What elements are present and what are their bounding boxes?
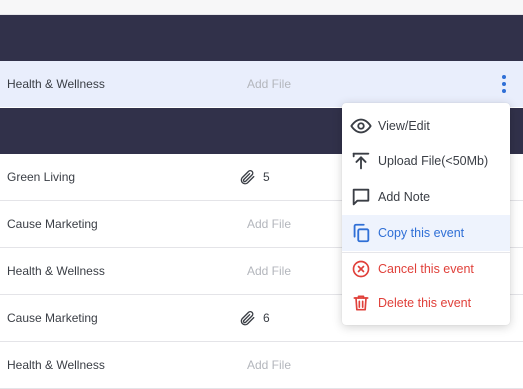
table-top-strip	[0, 0, 523, 15]
menu-item-label: Add Note	[378, 190, 431, 204]
category-cell: Health & Wellness	[7, 77, 105, 91]
upload-icon	[349, 149, 373, 173]
menu-item-view-edit[interactable]: View/Edit	[342, 108, 510, 144]
attachments-count[interactable]: 6	[238, 295, 270, 341]
note-icon	[349, 185, 373, 209]
add-file-link[interactable]: Add File	[247, 201, 291, 247]
attachments-count[interactable]: 5	[238, 154, 270, 200]
category-cell: Cause Marketing	[7, 217, 98, 231]
eye-icon	[349, 114, 373, 138]
menu-item-label: Cancel this event	[378, 262, 474, 276]
add-file-link[interactable]: Add File	[247, 61, 291, 107]
add-file-link[interactable]: Add File	[247, 342, 291, 388]
menu-item-upload-file[interactable]: Upload File(<50Mb)	[342, 143, 510, 179]
menu-item-cancel-event[interactable]: Cancel this event	[342, 251, 510, 287]
menu-item-label: View/Edit	[378, 119, 430, 133]
category-cell: Health & Wellness	[7, 358, 105, 372]
table-row[interactable]: Health & Wellness Add File	[0, 342, 523, 389]
category-cell: Cause Marketing	[7, 311, 98, 325]
row-context-menu: View/Edit Upload File(<50Mb) Add Note Co…	[342, 103, 510, 325]
add-file-link[interactable]: Add File	[247, 248, 291, 294]
menu-item-add-note[interactable]: Add Note	[342, 179, 510, 215]
attachment-count-text: 6	[263, 311, 270, 325]
paperclip-icon	[240, 311, 255, 326]
paperclip-icon	[240, 170, 255, 185]
menu-item-label: Upload File(<50Mb)	[378, 154, 489, 168]
menu-item-label: Copy this event	[378, 226, 465, 240]
menu-item-copy-event[interactable]: Copy this event	[342, 215, 510, 251]
section-header-bar	[0, 15, 523, 61]
menu-item-delete-event[interactable]: Delete this event	[342, 285, 510, 321]
category-cell: Green Living	[7, 170, 76, 184]
menu-item-label: Delete this event	[378, 296, 472, 310]
category-cell: Health & Wellness	[7, 264, 105, 278]
more-options-icon[interactable]	[494, 73, 514, 95]
copy-icon	[349, 221, 373, 245]
cancel-circle-icon	[349, 257, 373, 281]
table-row-active[interactable]: Health & Wellness Add File	[0, 61, 523, 107]
trash-icon	[349, 291, 373, 315]
attachment-count-text: 5	[263, 170, 270, 184]
